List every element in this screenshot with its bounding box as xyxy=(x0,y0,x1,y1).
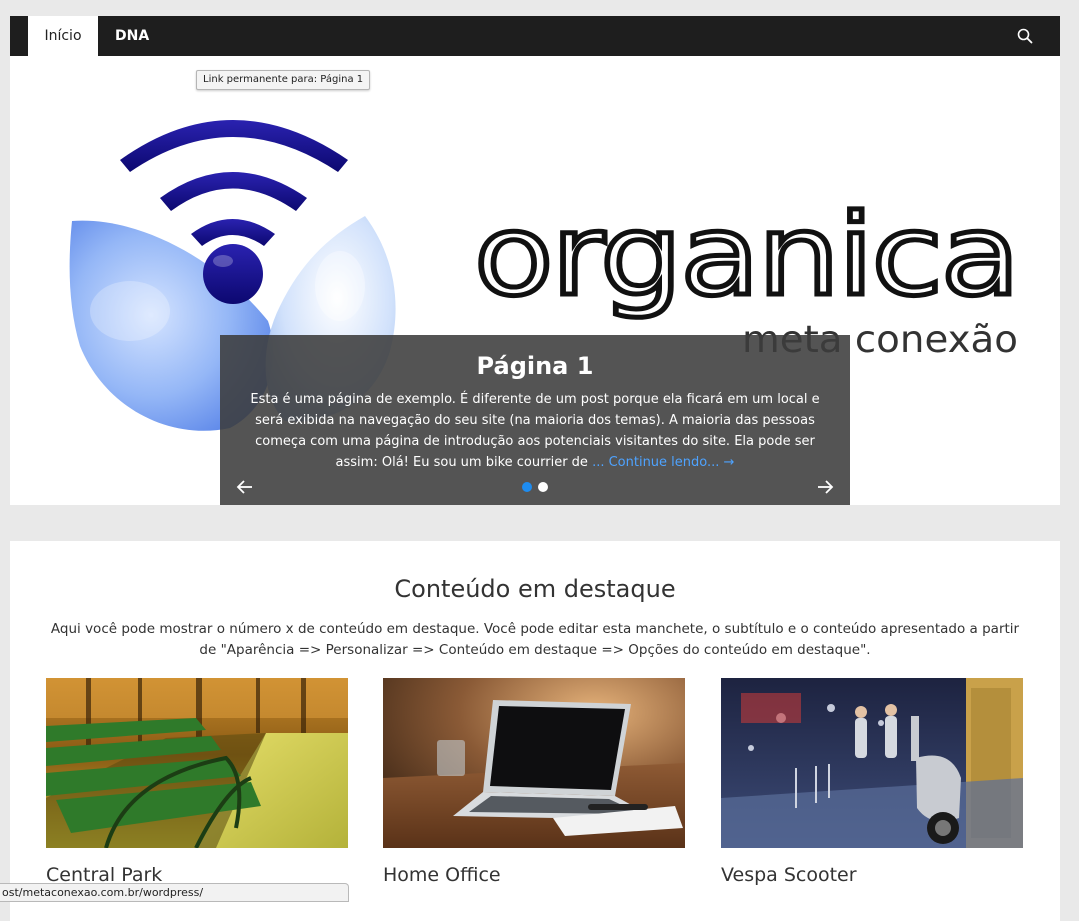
svg-text:organica: organica xyxy=(474,191,1018,321)
arrow-left-icon[interactable] xyxy=(234,476,256,498)
nav-item-inicio[interactable]: Início xyxy=(28,16,98,56)
card-title-vespa-scooter[interactable]: Vespa Scooter xyxy=(721,864,1023,886)
featured-card-home-office: Home Office xyxy=(383,678,685,886)
home-office-image[interactable] xyxy=(383,678,685,848)
featured-content-section: Conteúdo em destaque Aqui você pode most… xyxy=(10,541,1060,921)
featured-heading: Conteúdo em destaque xyxy=(394,575,676,603)
continue-reading-link[interactable]: ... Continue lendo... → xyxy=(592,455,734,470)
slider-dot-1[interactable] xyxy=(522,482,532,492)
featured-card-vespa-scooter: Vespa Scooter xyxy=(721,678,1023,886)
arrow-right-icon[interactable] xyxy=(814,476,836,498)
top-nav-bar: Início DNA xyxy=(10,16,1060,56)
slide-caption: Página 1 Esta é uma página de exemplo. É… xyxy=(220,335,850,505)
featured-card-central-park: Central Park xyxy=(46,678,348,886)
slide-title[interactable]: Página 1 xyxy=(220,351,850,381)
featured-slider[interactable]: organica meta conexão Link permanente pa… xyxy=(10,56,1060,505)
slider-dot-2[interactable] xyxy=(538,482,548,492)
card-title-home-office[interactable]: Home Office xyxy=(383,864,685,886)
nav-item-dna[interactable]: DNA xyxy=(115,16,149,56)
search-icon[interactable] xyxy=(1016,27,1034,45)
browser-status-url: ost/metaconexao.com.br/wordpress/ xyxy=(0,883,349,902)
slide-excerpt: Esta é uma página de exemplo. É diferent… xyxy=(245,389,825,473)
featured-description: Aqui você pode mostrar o número x de con… xyxy=(50,621,1020,658)
central-park-image[interactable] xyxy=(46,678,348,848)
permalink-tooltip: Link permanente para: Página 1 xyxy=(196,70,371,90)
vespa-scooter-image[interactable] xyxy=(721,678,1023,848)
